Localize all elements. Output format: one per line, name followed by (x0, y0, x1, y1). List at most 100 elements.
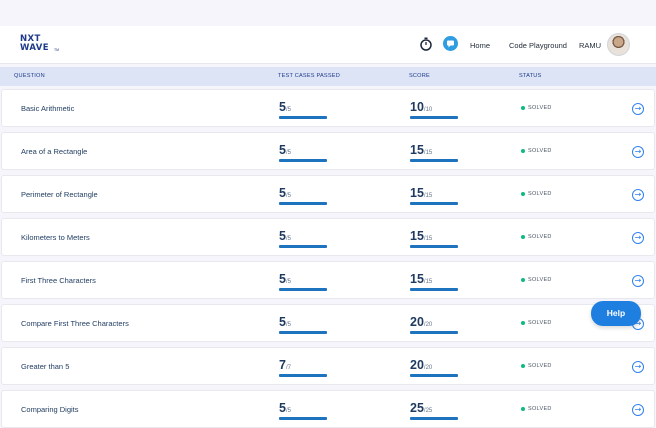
question-name[interactable]: Perimeter of Rectangle (21, 190, 98, 199)
score-cell: 15/15 (410, 141, 458, 163)
status-dot (521, 234, 525, 239)
nav-code-playground-link[interactable]: Code Playground (509, 41, 567, 50)
score-progress-bar (410, 288, 458, 291)
score-max: /15 (423, 236, 433, 242)
logo-line-2: WAVE (20, 43, 49, 53)
nxtwave-logo[interactable]: NXT WAVE TM (20, 35, 60, 57)
test-cases-progress-bar (279, 202, 327, 205)
score-value: 10 (410, 100, 424, 114)
status-text: SOLVED (528, 406, 552, 412)
status-badge: SOLVED (521, 234, 552, 240)
score-cell: 15/15 (410, 184, 458, 206)
table-row[interactable]: Compare First Three Characters 5/5 20/20… (1, 304, 655, 342)
test-cases-progress-bar (279, 245, 327, 248)
status-dot (521, 320, 525, 325)
status-text: SOLVED (528, 320, 552, 326)
header-status: STATUS (519, 73, 542, 79)
header-score: SCORE (409, 73, 430, 79)
status-badge: SOLVED (521, 277, 552, 283)
score-cell: 15/15 (410, 270, 458, 292)
status-text: SOLVED (528, 234, 552, 240)
test-cases-total: /5 (285, 236, 291, 242)
status-badge: SOLVED (521, 105, 552, 111)
score-progress-bar (410, 331, 458, 334)
status-badge: SOLVED (521, 320, 552, 326)
header-question: QUESTION (14, 73, 45, 79)
question-name[interactable]: Greater than 5 (21, 362, 69, 371)
test-cases-passed: 5 (279, 143, 286, 157)
score-max: /20 (423, 365, 433, 371)
test-cases-passed: 5 (279, 186, 286, 200)
status-dot (521, 363, 525, 368)
test-cases-total: /5 (285, 279, 291, 285)
test-cases-progress-bar (279, 374, 327, 377)
test-cases-progress-bar (279, 159, 327, 162)
score-cell: 20/20 (410, 313, 458, 335)
timer-icon[interactable] (419, 37, 433, 51)
score-cell: 25/25 (410, 399, 458, 421)
status-badge: SOLVED (521, 148, 552, 154)
score-max: /20 (423, 322, 433, 328)
table-row[interactable]: Perimeter of Rectangle 5/5 15/15 SOLVED … (1, 175, 655, 213)
status-text: SOLVED (528, 191, 552, 197)
score-progress-bar (410, 116, 458, 119)
test-cases-passed: 5 (279, 229, 286, 243)
question-name[interactable]: Basic Arithmetic (21, 104, 74, 113)
header-test-cases: TEST CASES PASSED (278, 73, 340, 79)
question-name[interactable]: Area of a Rectangle (21, 147, 87, 156)
arrow-right-circle-icon[interactable]: → (632, 361, 644, 373)
arrow-right-circle-icon[interactable]: → (632, 146, 644, 158)
score-value: 15 (410, 272, 424, 286)
score-progress-bar (410, 202, 458, 205)
score-value: 15 (410, 143, 424, 157)
question-name[interactable]: Comparing Digits (21, 405, 79, 414)
question-name[interactable]: First Three Characters (21, 276, 96, 285)
navbar: NXT WAVE TM Home Code Playground RAMU (0, 26, 656, 64)
question-name[interactable]: Compare First Three Characters (21, 319, 129, 328)
table-row[interactable]: Area of a Rectangle 5/5 15/15 SOLVED → (1, 132, 655, 170)
test-cases-passed: 5 (279, 315, 286, 329)
table-row[interactable]: Kilometers to Meters 5/5 15/15 SOLVED → (1, 218, 655, 256)
test-cases-progress-bar (279, 116, 327, 119)
status-dot (521, 191, 525, 196)
nav-home-link[interactable]: Home (470, 41, 490, 50)
score-cell: 15/15 (410, 227, 458, 249)
help-button[interactable]: Help (591, 301, 641, 326)
question-name[interactable]: Kilometers to Meters (21, 233, 90, 242)
arrow-right-circle-icon[interactable]: → (632, 275, 644, 287)
arrow-right-circle-icon[interactable]: → (632, 232, 644, 244)
test-cases-cell: 5/5 (279, 399, 327, 421)
chat-bubble-icon (447, 40, 454, 48)
status-dot (521, 148, 525, 153)
logo-tm: TM (54, 48, 60, 52)
table-row[interactable]: Greater than 5 7/7 20/20 SOLVED → (1, 347, 655, 385)
table-row[interactable]: Basic Arithmetic 5/5 10/10 SOLVED → (1, 89, 655, 127)
test-cases-cell: 5/5 (279, 227, 327, 249)
table-row[interactable]: First Three Characters 5/5 15/15 SOLVED … (1, 261, 655, 299)
score-cell: 20/20 (410, 356, 458, 378)
avatar[interactable] (607, 33, 630, 56)
score-progress-bar (410, 159, 458, 162)
arrow-right-circle-icon[interactable]: → (632, 103, 644, 115)
test-cases-progress-bar (279, 417, 327, 420)
arrow-right-circle-icon[interactable]: → (632, 404, 644, 416)
test-cases-cell: 5/5 (279, 270, 327, 292)
test-cases-cell: 5/5 (279, 313, 327, 335)
chat-icon[interactable] (443, 36, 458, 51)
arrow-right-circle-icon[interactable]: → (632, 189, 644, 201)
score-max: /15 (423, 150, 433, 156)
test-cases-passed: 5 (279, 272, 286, 286)
table-row[interactable]: Comparing Digits 5/5 25/25 SOLVED → (1, 390, 655, 428)
test-cases-passed: 5 (279, 401, 286, 415)
test-cases-total: /5 (285, 322, 291, 328)
score-value: 15 (410, 229, 424, 243)
score-value: 20 (410, 358, 424, 372)
test-cases-total: /5 (285, 193, 291, 199)
test-cases-total: /5 (285, 408, 291, 414)
top-strip (0, 0, 656, 26)
test-cases-total: /5 (285, 107, 291, 113)
status-text: SOLVED (528, 363, 552, 369)
nav-user-name[interactable]: RAMU (579, 41, 601, 50)
test-cases-passed: 5 (279, 100, 286, 114)
test-cases-total: /5 (285, 150, 291, 156)
